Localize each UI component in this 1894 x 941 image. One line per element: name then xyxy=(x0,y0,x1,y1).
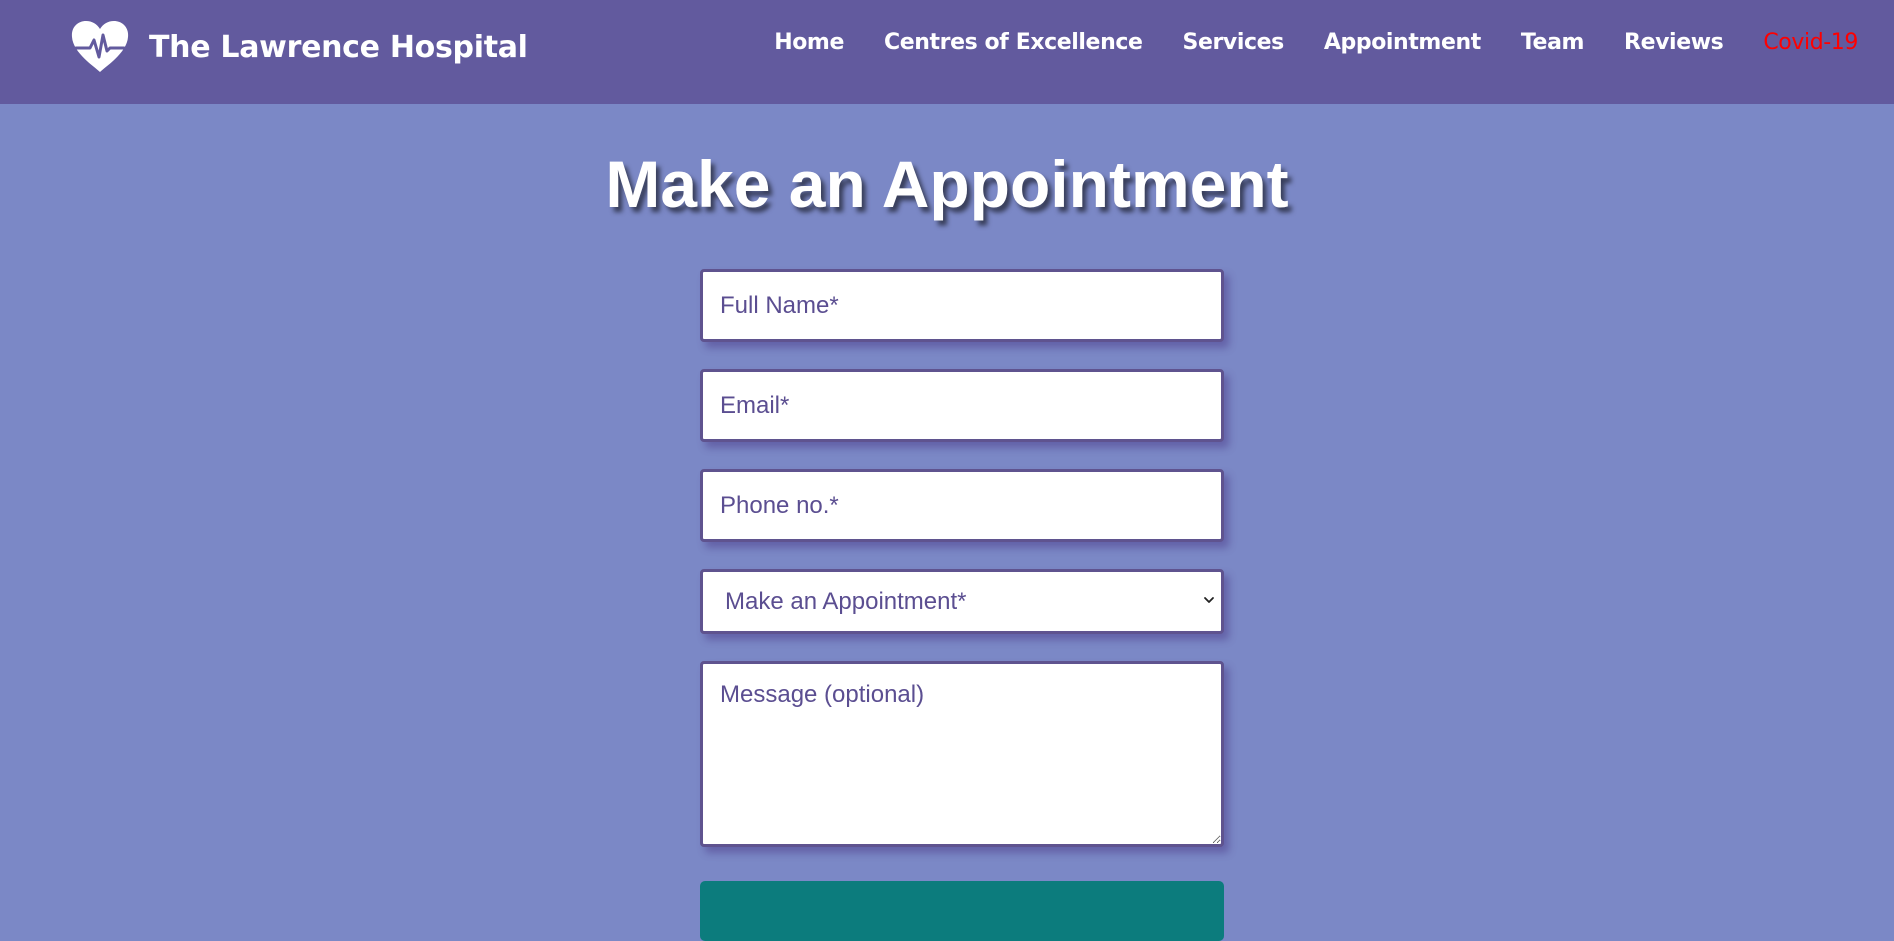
nav-link-home[interactable]: Home xyxy=(774,30,844,55)
appointment-select[interactable]: Make an Appointment* xyxy=(700,569,1224,634)
nav-link-reviews[interactable]: Reviews xyxy=(1624,30,1724,55)
nav-link-appointment[interactable]: Appointment xyxy=(1324,30,1481,55)
nav-link-team[interactable]: Team xyxy=(1521,30,1585,55)
brand-link[interactable]: The Lawrence Hospital xyxy=(70,20,528,74)
submit-button[interactable] xyxy=(700,881,1224,941)
phone-input[interactable] xyxy=(700,469,1224,542)
nav-link-centres-of-excellence[interactable]: Centres of Excellence xyxy=(884,30,1143,55)
site-header: The Lawrence Hospital Home Centres of Ex… xyxy=(0,0,1894,104)
chevron-down-icon xyxy=(1204,597,1214,603)
main-nav: Home Centres of Excellence Services Appo… xyxy=(734,30,1858,55)
heart-pulse-icon xyxy=(71,21,129,72)
page-title: Make an Appointment xyxy=(605,147,1289,221)
full-name-input[interactable] xyxy=(700,269,1224,342)
email-input[interactable] xyxy=(700,369,1224,442)
message-textarea[interactable] xyxy=(700,661,1224,847)
appointment-form: Make an Appointment* xyxy=(700,269,1224,941)
nav-link-covid-19[interactable]: Covid-19 xyxy=(1763,30,1858,55)
nav-link-services[interactable]: Services xyxy=(1183,30,1285,55)
brand-name: The Lawrence Hospital xyxy=(149,29,528,65)
appointment-select-value: Make an Appointment* xyxy=(700,569,1224,634)
